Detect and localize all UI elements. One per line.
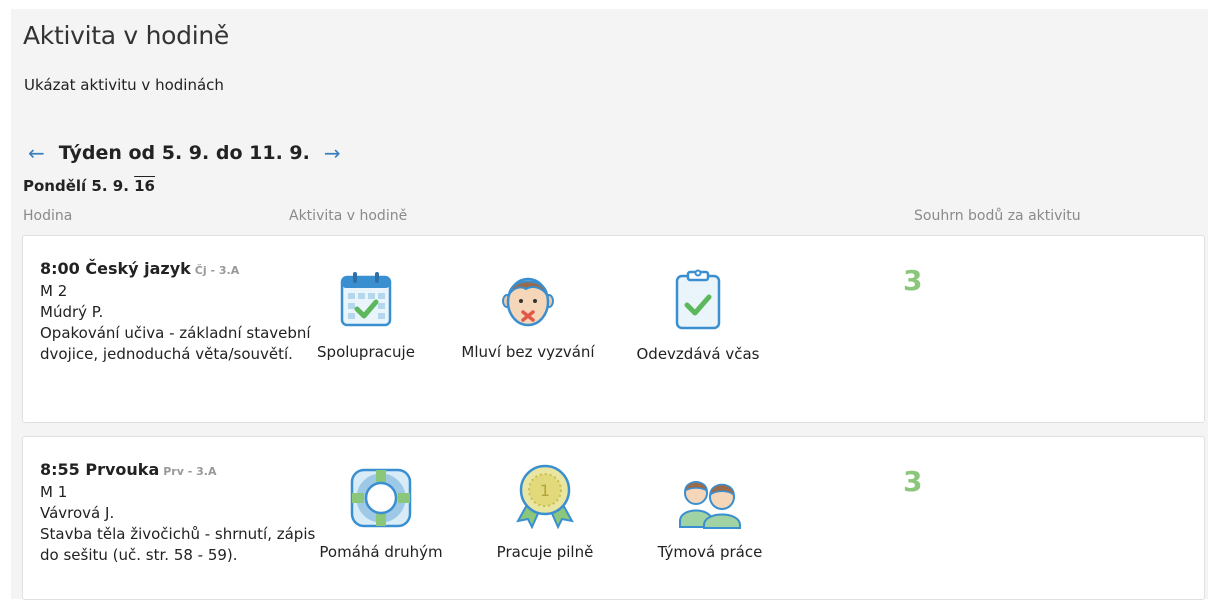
week-label: Týden od 5. 9. do 11. 9. [58,142,310,164]
activity-label: Odevzdává včas [636,345,760,363]
lesson-time-subject: 8:00 Český jazyk [40,259,191,278]
lesson-info: 8:55 Prvouka Prv - 3.A M 1 Vávrová J. Sta… [40,459,320,566]
team-icon [679,481,741,529]
next-week-arrow-icon[interactable]: → [324,143,341,163]
activity-item[interactable]: Mluví bez vyzvání [453,271,603,361]
activity-label: Týmová práce [657,543,763,561]
prev-week-arrow-icon[interactable]: ← [28,143,45,163]
lesson-card: 8:00 Český jazyk Čj - 3.A M 2 Múdrý P. Op… [22,235,1205,423]
lesson-teacher: Múdrý P. [40,303,104,321]
activity-label: Pomáhá druhým [319,543,443,561]
lesson-time-subject: 8:55 Prvouka [40,460,160,479]
clipboard-check-icon [675,269,721,330]
lesson-info: 8:00 Český jazyk Čj - 3.A M 2 Múdrý P. Op… [40,258,320,365]
activity-item[interactable]: Spolupracuje [291,271,441,361]
medal-icon: 1 [516,464,574,529]
activity-item[interactable]: 1 Pracuje pilně [470,463,620,561]
lesson-card: 8:55 Prvouka Prv - 3.A M 1 Vávrová J. Sta… [22,436,1205,600]
lesson-topic: Opakování učiva - základní stavební dvoj… [40,324,311,363]
activity-item[interactable]: Pomáhá druhým [306,467,456,561]
lesson-room: M 1 [40,483,68,501]
activity-label: Spolupracuje [317,343,415,361]
day-date: Pondělí 5. 9. [23,177,129,195]
calendar-check-icon [340,272,392,327]
lifebuoy-icon [350,468,412,528]
column-header-activity: Aktivita v hodině [289,208,408,224]
show-activity-link[interactable]: Ukázat aktivitu v hodinách [24,76,224,94]
score-value: 3 [903,264,923,297]
activity-item[interactable]: Odevzdává včas [623,269,773,363]
lesson-code: Čj - 3.A [194,264,240,277]
lesson-teacher: Vávrová J. [40,504,115,522]
column-header-lesson: Hodina [23,208,73,224]
lesson-room: M 2 [40,282,68,300]
lesson-topic: Stavba těla živočichů - shrnutí, zápis d… [40,525,316,564]
column-header-summary: Souhrn bodů za aktivitu [914,208,1081,224]
activity-item[interactable]: Týmová práce [635,469,785,561]
svg-text:1: 1 [540,481,550,500]
week-navigation: ← Týden od 5. 9. do 11. 9. → [28,142,341,164]
day-label: Pondělí 5. 9. 16 [23,177,155,195]
activity-label: Mluví bez vyzvání [461,343,595,361]
day-year: 16 [134,177,155,195]
score-value: 3 [903,465,923,498]
activity-label: Pracuje pilně [496,543,594,561]
lesson-code: Prv - 3.A [163,465,217,478]
page-title: Aktivita v hodině [23,21,229,50]
face-mouth-x-icon [502,277,554,327]
